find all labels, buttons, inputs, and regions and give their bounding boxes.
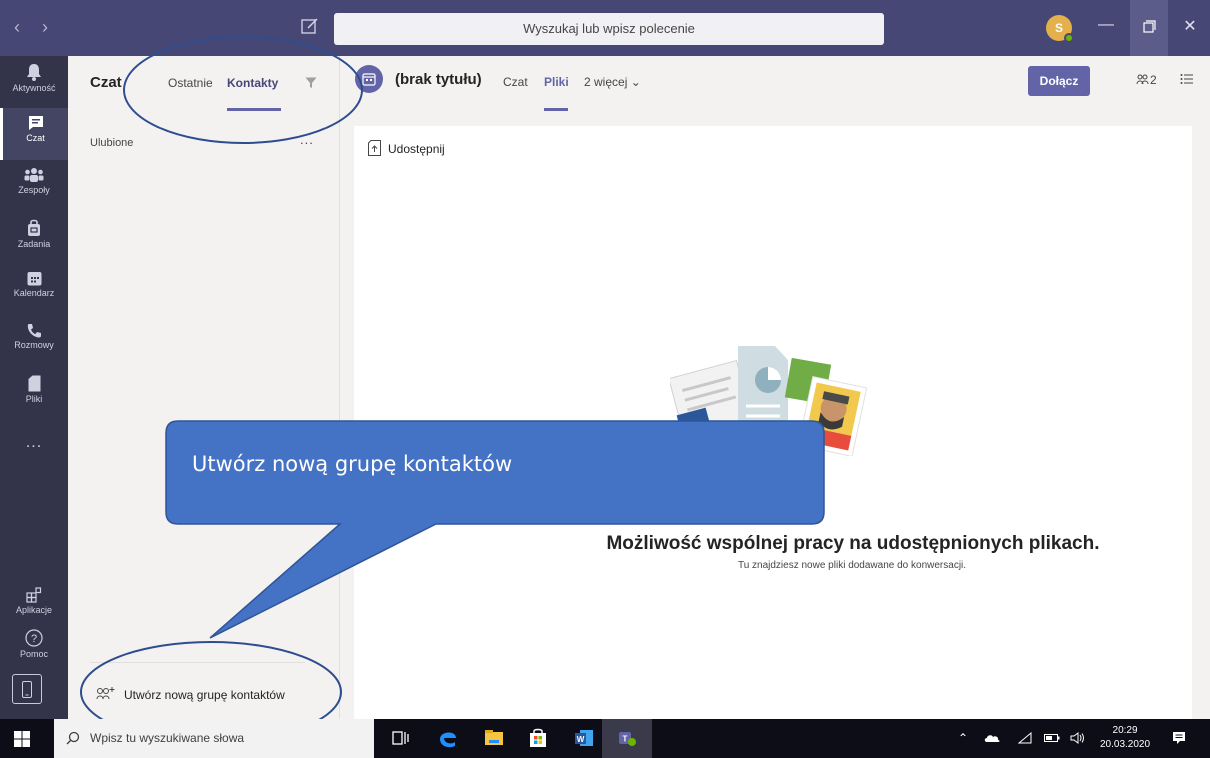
restore-icon [1143, 20, 1156, 33]
more-apps-icon[interactable]: ... [0, 434, 68, 452]
empty-state-title: Możliwość wspólnej pracy na udostępniony… [606, 533, 1100, 554]
battery-icon[interactable] [1044, 733, 1060, 743]
chat-list-pane: Czat Ostatnie Kontakty Ulubione ... Utwó… [68, 56, 340, 719]
rail-item-help[interactable]: ? Pomoc [0, 622, 68, 674]
participants-icon [1136, 74, 1149, 85]
files-illustration [670, 346, 868, 456]
compose-icon[interactable] [300, 16, 320, 36]
teams-app-icon: T [619, 732, 636, 746]
svg-text:T: T [623, 735, 628, 744]
mobile-phone-icon [22, 681, 32, 698]
tab-chat[interactable]: Czat [503, 75, 528, 89]
rail-item-teams[interactable]: Zespoły [0, 160, 68, 212]
rail-item-label: Aplikacje [15, 605, 53, 615]
new-contact-group-label: Utwórz nową grupę kontaktów [124, 688, 285, 702]
rail-item-calendar[interactable]: Kalendarz [0, 264, 68, 316]
store-icon[interactable] [526, 726, 550, 750]
taskbar-search-placeholder: Wpisz tu wyszukiwane słowa [90, 731, 245, 745]
tab-recent[interactable]: Ostatnie [168, 76, 213, 90]
chat-icon [28, 116, 43, 130]
assignments-icon [28, 219, 40, 236]
add-group-icon [96, 687, 115, 700]
files-pane: Udostępnij Możliwość wspólnej pracy na u… [354, 126, 1192, 719]
rail-item-label: Pliki [25, 394, 43, 404]
join-button[interactable]: Dołącz [1028, 66, 1090, 96]
filter-icon[interactable] [305, 77, 317, 89]
task-view-icon[interactable] [388, 726, 412, 750]
favorites-group[interactable]: Ulubione [90, 137, 133, 149]
notifications-icon[interactable] [1172, 731, 1186, 745]
clock[interactable]: 20:29 20.03.2020 [1100, 724, 1150, 752]
windows-taskbar: Wpisz tu wyszukiwane słowa W T ⌃ 20:29 2… [0, 719, 1210, 758]
calendar-meeting-icon [362, 73, 376, 86]
rail-item-label: Zadania [17, 239, 51, 249]
forward-arrow-icon[interactable]: › [42, 17, 48, 38]
rail-item-label: Czat [26, 133, 45, 143]
windows-start-icon[interactable] [14, 731, 30, 747]
svg-text:?: ? [31, 633, 37, 645]
participants-count: 2 [1150, 73, 1157, 87]
rail-item-label: Aktywność [12, 83, 56, 93]
taskbar-search-input[interactable]: Wpisz tu wyszukiwane słowa [54, 719, 374, 758]
minimize-icon[interactable]: — [1094, 16, 1118, 34]
conversation-title: (brak tytułu) [395, 71, 482, 88]
callout-text: Utwórz nową grupę kontaktów [192, 452, 513, 476]
divider [90, 662, 305, 663]
clock-date: 20.03.2020 [1100, 739, 1151, 750]
rail-item-calls[interactable]: Rozmowy [0, 316, 68, 368]
meeting-icon [355, 65, 383, 93]
edge-browser-icon[interactable] [436, 726, 460, 750]
chat-pane-title: Czat [90, 74, 122, 91]
presence-status-icon [1064, 33, 1074, 43]
app-rail: Aktywność Czat Zespoły Zadania Kalendarz [0, 56, 68, 719]
svg-text:W: W [577, 735, 585, 744]
volume-icon[interactable] [1070, 732, 1086, 744]
title-bar: ‹ › Wyszukaj lub wpisz polecenie S — ✕ [0, 0, 1210, 56]
tab-files[interactable]: Pliki [544, 75, 569, 89]
rail-item-label: Zespoły [18, 185, 50, 195]
tab-contacts[interactable]: Kontakty [227, 76, 278, 90]
favorites-more-icon[interactable]: ... [300, 132, 314, 147]
search-icon [66, 731, 80, 745]
bell-icon [27, 64, 41, 81]
rail-item-assignments[interactable]: Zadania [0, 212, 68, 264]
rail-item-chat[interactable]: Czat [0, 108, 68, 160]
rail-item-files[interactable]: Pliki [0, 368, 68, 420]
tray-chevron-up-icon[interactable]: ⌃ [958, 731, 968, 745]
restore-button[interactable] [1130, 0, 1168, 56]
file-icon [28, 375, 40, 392]
teams-icon [24, 168, 44, 182]
tab-more[interactable]: 2 więcej ⌄ [584, 75, 641, 89]
participants-button[interactable]: 2 [1136, 73, 1157, 87]
mobile-app-button[interactable] [12, 674, 42, 704]
word-icon[interactable]: W [572, 726, 596, 750]
empty-state-subtitle: Tu znajdziesz nowe pliki dodawane do kon… [737, 560, 967, 571]
rail-item-label: Rozmowy [14, 340, 54, 350]
file-explorer-icon[interactable] [482, 726, 506, 750]
chevron-down-icon: ⌄ [630, 75, 641, 89]
active-tab-indicator [227, 108, 281, 111]
list-icon[interactable] [1180, 73, 1194, 85]
close-icon[interactable]: ✕ [1178, 16, 1202, 36]
conversation-header: (brak tytułu) Czat Pliki 2 więcej ⌄ Dołą… [340, 56, 1210, 116]
back-arrow-icon[interactable]: ‹ [14, 17, 20, 38]
rail-item-activity[interactable]: Aktywność [0, 56, 68, 108]
rail-item-label: Pomoc [19, 649, 48, 659]
search-input[interactable]: Wyszukaj lub wpisz polecenie [334, 13, 884, 45]
phone-icon [27, 324, 41, 338]
onedrive-cloud-icon[interactable] [984, 733, 1000, 743]
rail-item-label: Kalendarz [13, 288, 55, 298]
share-icon [368, 140, 381, 156]
clock-time: 20:29 [1112, 725, 1138, 736]
apps-icon [26, 587, 42, 603]
tab-more-label: 2 więcej [584, 75, 628, 89]
calendar-icon [27, 272, 41, 286]
wifi-icon[interactable] [1018, 732, 1032, 744]
help-icon: ? [25, 629, 43, 647]
share-button[interactable]: Udostępnij [388, 142, 445, 156]
active-tab-indicator [544, 108, 568, 111]
